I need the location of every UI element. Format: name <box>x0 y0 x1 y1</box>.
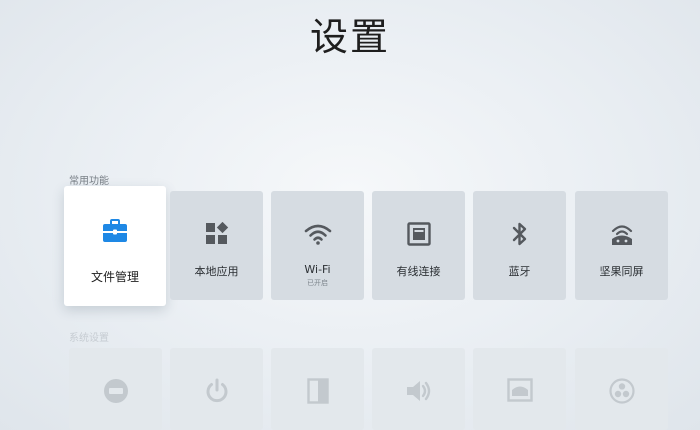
volume-icon <box>405 378 433 408</box>
picture-mode-icon <box>506 378 533 406</box>
section-label-common: 常用功能 <box>69 176 109 187</box>
tile-screen-cast[interactable]: 坚果同屏 <box>575 191 668 300</box>
tile-power[interactable] <box>170 348 263 430</box>
tile-label: 坚果同屏 <box>599 265 644 278</box>
fan-icon <box>608 378 635 408</box>
tile-label: 有线连接 <box>396 265 441 278</box>
tile-local-apps[interactable]: 本地应用 <box>170 191 263 300</box>
section-label-system: 系统设置 <box>69 333 109 344</box>
tile-label: 本地应用 <box>194 265 239 278</box>
tile-bluetooth[interactable]: 蓝牙 <box>473 191 566 300</box>
tile-hdmi[interactable] <box>69 348 162 430</box>
apps-grid-icon <box>205 221 229 247</box>
tile-file-manager[interactable]: 文件管理 <box>64 186 166 306</box>
display-panel-icon <box>306 378 329 408</box>
tile-label: Wi-Fi <box>304 263 331 276</box>
power-icon <box>204 378 230 408</box>
toolbox-icon <box>102 218 128 244</box>
tile-display-panel[interactable] <box>271 348 364 430</box>
system-settings-row <box>0 348 700 430</box>
tile-wired-connection[interactable]: 有线连接 <box>372 191 465 300</box>
tile-label: 蓝牙 <box>508 265 531 278</box>
tile-label: 文件管理 <box>90 270 139 284</box>
tile-fan[interactable] <box>575 348 668 430</box>
tile-picture-mode[interactable] <box>473 348 566 430</box>
screen-cast-icon <box>609 221 635 247</box>
tile-volume[interactable] <box>372 348 465 430</box>
wifi-icon <box>304 221 332 247</box>
common-functions-row: 文件管理 本地应用 Wi-Fi 已开启 有线连接 蓝牙 坚果同屏 <box>0 186 700 306</box>
wifi-status-text: 已开启 <box>307 279 328 287</box>
page-title: 设置 <box>309 15 390 59</box>
bluetooth-icon <box>511 221 529 247</box>
tile-wifi[interactable]: Wi-Fi 已开启 <box>271 191 364 300</box>
hdmi-icon <box>103 378 129 408</box>
ethernet-port-icon <box>406 221 431 247</box>
